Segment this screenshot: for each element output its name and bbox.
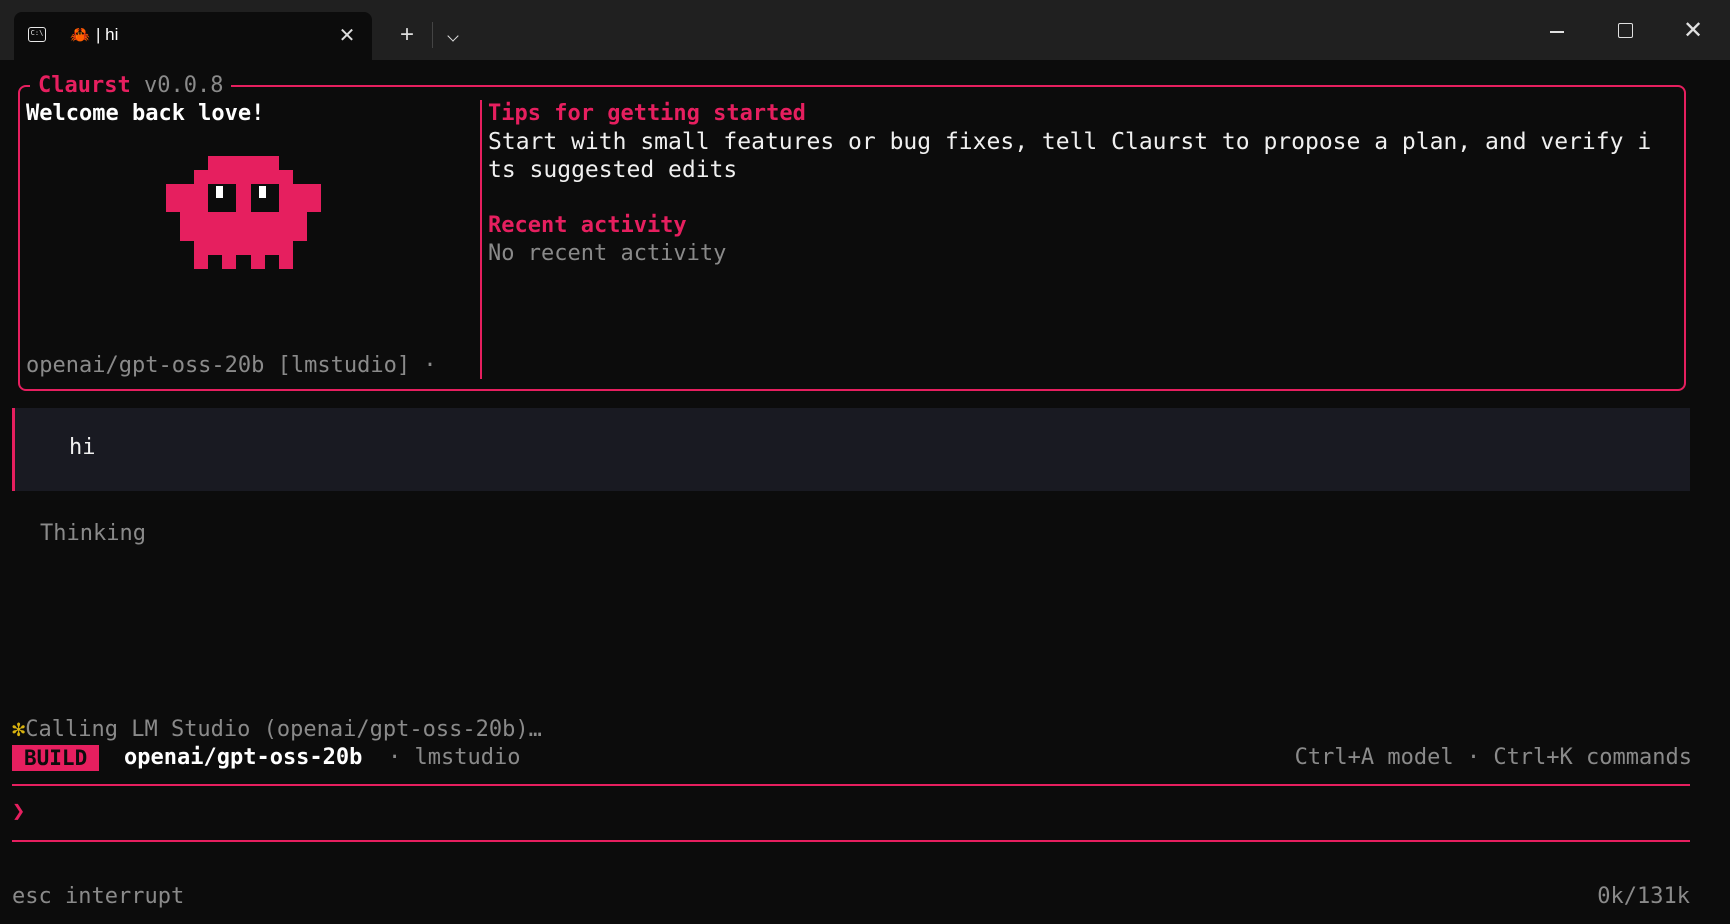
recent-activity-text: No recent activity <box>488 241 727 266</box>
tips-body-line: Start with small features or bug fixes, … <box>488 129 1652 155</box>
title-bar: C:\ 🦀 | hi ✕ + ✕ <box>0 0 1730 60</box>
pixel-mascot-icon <box>166 156 321 269</box>
activity-status: ✻Calling LM Studio (openai/gpt-oss-20b)… <box>12 716 542 744</box>
prompt-input[interactable] <box>40 798 1680 826</box>
close-window-button[interactable]: ✕ <box>1670 14 1716 48</box>
prompt-chevron-icon: ❯ <box>12 799 26 824</box>
tips-body-line: ts suggested edits <box>488 157 738 183</box>
welcome-divider <box>480 100 482 379</box>
new-tab-button[interactable]: + <box>392 20 422 50</box>
interrupt-hint: esc interrupt <box>12 884 185 909</box>
current-provider: · lmstudio <box>388 745 521 770</box>
shortcut-hints: Ctrl+A model · Ctrl+K commands <box>1294 745 1692 770</box>
mode-badge[interactable]: BUILD <box>12 745 100 771</box>
tips-body: Start with small features or bug fixes, … <box>488 128 1651 184</box>
token-usage: 0k/131k <box>1597 884 1690 909</box>
tab-dropdown-button[interactable] <box>438 20 468 50</box>
terminal-window: C:\ 🦀 | hi ✕ + ✕ Claurst v0.0.8 Welcome … <box>0 0 1730 924</box>
app-version: v0.0.8 <box>130 73 224 98</box>
user-message: hi <box>12 408 1690 491</box>
greeting: Welcome back love! <box>26 101 265 126</box>
tips-heading: Tips for getting started <box>488 101 806 126</box>
tab-hi[interactable]: C:\ 🦀 | hi ✕ <box>14 12 372 60</box>
activity-text: Calling LM Studio (openai/gpt-oss-20b)… <box>25 717 542 742</box>
current-model[interactable]: openai/gpt-oss-20b <box>124 744 362 772</box>
tab-title: | hi <box>96 25 119 44</box>
terminal-icon: C:\ <box>28 27 46 42</box>
app-name: Claurst <box>38 73 131 98</box>
input-bottom-rule <box>12 840 1690 842</box>
mode-bar: BUILD openai/gpt-oss-20b · lmstudio Ctrl… <box>12 744 1692 772</box>
close-tab-button[interactable]: ✕ <box>332 21 362 51</box>
input-top-rule <box>12 784 1690 786</box>
minimize-button[interactable] <box>1534 16 1580 46</box>
spinner-icon: ✻ <box>12 717 26 742</box>
recent-activity-heading: Recent activity <box>488 213 687 238</box>
chevron-down-icon <box>447 30 459 42</box>
crab-icon: 🦀 <box>70 25 90 44</box>
assistant-thinking: Thinking <box>40 521 146 546</box>
user-message-text: hi <box>69 435 96 460</box>
welcome-panel-legend: Claurst v0.0.8 <box>30 72 232 100</box>
welcome-model-line: openai/gpt-oss-20b [lmstudio] · <box>26 353 437 378</box>
maximize-button[interactable] <box>1602 16 1648 46</box>
tab-divider <box>432 22 433 48</box>
